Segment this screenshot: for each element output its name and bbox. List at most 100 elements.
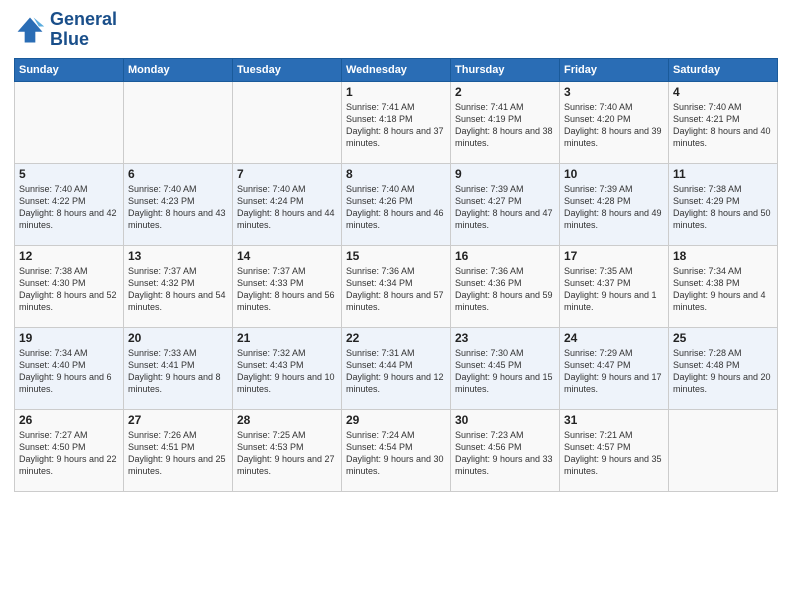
- day-number: 27: [128, 413, 228, 427]
- cell-text: Sunrise: 7:39 AM Sunset: 4:28 PM Dayligh…: [564, 183, 664, 232]
- cell-text: Sunrise: 7:34 AM Sunset: 4:40 PM Dayligh…: [19, 347, 119, 396]
- cell-text: Sunrise: 7:27 AM Sunset: 4:50 PM Dayligh…: [19, 429, 119, 478]
- calendar-cell: 20 Sunrise: 7:33 AM Sunset: 4:41 PM Dayli…: [124, 327, 233, 409]
- day-number: 20: [128, 331, 228, 345]
- calendar-table: SundayMondayTuesdayWednesdayThursdayFrid…: [14, 58, 778, 492]
- day-number: 24: [564, 331, 664, 345]
- day-number: 7: [237, 167, 337, 181]
- day-number: 29: [346, 413, 446, 427]
- logo-text: General Blue: [50, 10, 117, 50]
- day-number: 4: [673, 85, 773, 99]
- day-number: 17: [564, 249, 664, 263]
- calendar-cell: 12 Sunrise: 7:38 AM Sunset: 4:30 PM Dayli…: [15, 245, 124, 327]
- cell-text: Sunrise: 7:40 AM Sunset: 4:21 PM Dayligh…: [673, 101, 773, 150]
- cell-text: Sunrise: 7:36 AM Sunset: 4:36 PM Dayligh…: [455, 265, 555, 314]
- cell-text: Sunrise: 7:33 AM Sunset: 4:41 PM Dayligh…: [128, 347, 228, 396]
- cell-text: Sunrise: 7:25 AM Sunset: 4:53 PM Dayligh…: [237, 429, 337, 478]
- day-number: 5: [19, 167, 119, 181]
- calendar-cell: 16Sunrise: 7:36 AM Sunset: 4:36 PM Dayli…: [451, 245, 560, 327]
- cell-text: Sunrise: 7:21 AM Sunset: 4:57 PM Dayligh…: [564, 429, 664, 478]
- week-row-5: 26 Sunrise: 7:27 AM Sunset: 4:50 PM Dayli…: [15, 409, 778, 491]
- day-number: 13: [128, 249, 228, 263]
- day-number: 11: [673, 167, 773, 181]
- cell-text: Sunrise: 7:40 AM Sunset: 4:22 PM Dayligh…: [19, 183, 119, 232]
- cell-text: Sunrise: 7:38 AM Sunset: 4:29 PM Dayligh…: [673, 183, 773, 232]
- cell-text: Sunrise: 7:38 AM Sunset: 4:30 PM Dayligh…: [19, 265, 119, 314]
- calendar-cell: 13Sunrise: 7:37 AM Sunset: 4:32 PM Dayli…: [124, 245, 233, 327]
- day-number: 12: [19, 249, 119, 263]
- day-header-tuesday: Tuesday: [233, 58, 342, 81]
- day-number: 30: [455, 413, 555, 427]
- page: General Blue SundayMondayTuesdayWednesda…: [0, 0, 792, 612]
- calendar-cell: 14Sunrise: 7:37 AM Sunset: 4:33 PM Dayli…: [233, 245, 342, 327]
- cell-text: Sunrise: 7:32 AM Sunset: 4:43 PM Dayligh…: [237, 347, 337, 396]
- calendar-cell: 15Sunrise: 7:36 AM Sunset: 4:34 PM Dayli…: [342, 245, 451, 327]
- day-header-friday: Friday: [560, 58, 669, 81]
- calendar-cell: 3 Sunrise: 7:40 AM Sunset: 4:20 PM Daylig…: [560, 81, 669, 163]
- cell-text: Sunrise: 7:41 AM Sunset: 4:18 PM Dayligh…: [346, 101, 446, 150]
- day-number: 26: [19, 413, 119, 427]
- cell-text: Sunrise: 7:26 AM Sunset: 4:51 PM Dayligh…: [128, 429, 228, 478]
- day-number: 19: [19, 331, 119, 345]
- calendar-cell: 1Sunrise: 7:41 AM Sunset: 4:18 PM Daylig…: [342, 81, 451, 163]
- week-row-3: 12 Sunrise: 7:38 AM Sunset: 4:30 PM Dayli…: [15, 245, 778, 327]
- calendar-cell: 8 Sunrise: 7:40 AM Sunset: 4:26 PM Daylig…: [342, 163, 451, 245]
- cell-text: Sunrise: 7:40 AM Sunset: 4:24 PM Dayligh…: [237, 183, 337, 232]
- day-header-saturday: Saturday: [669, 58, 778, 81]
- calendar-cell: 4 Sunrise: 7:40 AM Sunset: 4:21 PM Daylig…: [669, 81, 778, 163]
- day-number: 28: [237, 413, 337, 427]
- logo-icon: [14, 14, 46, 46]
- calendar-cell: 28 Sunrise: 7:25 AM Sunset: 4:53 PM Dayli…: [233, 409, 342, 491]
- day-header-thursday: Thursday: [451, 58, 560, 81]
- day-number: 21: [237, 331, 337, 345]
- calendar-header-row: SundayMondayTuesdayWednesdayThursdayFrid…: [15, 58, 778, 81]
- day-number: 3: [564, 85, 664, 99]
- day-number: 23: [455, 331, 555, 345]
- calendar-cell: 2Sunrise: 7:41 AM Sunset: 4:19 PM Daylig…: [451, 81, 560, 163]
- day-number: 18: [673, 249, 773, 263]
- calendar-body: 1Sunrise: 7:41 AM Sunset: 4:18 PM Daylig…: [15, 81, 778, 491]
- logo: General Blue: [14, 10, 117, 50]
- calendar-cell: 25 Sunrise: 7:28 AM Sunset: 4:48 PM Dayli…: [669, 327, 778, 409]
- calendar-cell: 10 Sunrise: 7:39 AM Sunset: 4:28 PM Dayli…: [560, 163, 669, 245]
- cell-text: Sunrise: 7:36 AM Sunset: 4:34 PM Dayligh…: [346, 265, 446, 314]
- cell-text: Sunrise: 7:40 AM Sunset: 4:23 PM Dayligh…: [128, 183, 228, 232]
- calendar-cell: 30 Sunrise: 7:23 AM Sunset: 4:56 PM Dayli…: [451, 409, 560, 491]
- day-header-monday: Monday: [124, 58, 233, 81]
- cell-text: Sunrise: 7:30 AM Sunset: 4:45 PM Dayligh…: [455, 347, 555, 396]
- cell-text: Sunrise: 7:34 AM Sunset: 4:38 PM Dayligh…: [673, 265, 773, 314]
- calendar-cell: 26 Sunrise: 7:27 AM Sunset: 4:50 PM Dayli…: [15, 409, 124, 491]
- cell-text: Sunrise: 7:39 AM Sunset: 4:27 PM Dayligh…: [455, 183, 555, 232]
- week-row-2: 5 Sunrise: 7:40 AM Sunset: 4:22 PM Daylig…: [15, 163, 778, 245]
- day-number: 10: [564, 167, 664, 181]
- day-number: 8: [346, 167, 446, 181]
- day-number: 25: [673, 331, 773, 345]
- day-header-wednesday: Wednesday: [342, 58, 451, 81]
- calendar-cell: 27 Sunrise: 7:26 AM Sunset: 4:51 PM Dayli…: [124, 409, 233, 491]
- calendar-cell: [124, 81, 233, 163]
- header: General Blue: [14, 10, 778, 50]
- cell-text: Sunrise: 7:40 AM Sunset: 4:20 PM Dayligh…: [564, 101, 664, 150]
- week-row-1: 1Sunrise: 7:41 AM Sunset: 4:18 PM Daylig…: [15, 81, 778, 163]
- calendar-cell: 31Sunrise: 7:21 AM Sunset: 4:57 PM Dayli…: [560, 409, 669, 491]
- calendar-cell: 23 Sunrise: 7:30 AM Sunset: 4:45 PM Dayli…: [451, 327, 560, 409]
- day-number: 22: [346, 331, 446, 345]
- week-row-4: 19 Sunrise: 7:34 AM Sunset: 4:40 PM Dayli…: [15, 327, 778, 409]
- day-number: 14: [237, 249, 337, 263]
- cell-text: Sunrise: 7:28 AM Sunset: 4:48 PM Dayligh…: [673, 347, 773, 396]
- calendar-cell: 22Sunrise: 7:31 AM Sunset: 4:44 PM Dayli…: [342, 327, 451, 409]
- cell-text: Sunrise: 7:24 AM Sunset: 4:54 PM Dayligh…: [346, 429, 446, 478]
- calendar-cell: 18 Sunrise: 7:34 AM Sunset: 4:38 PM Dayli…: [669, 245, 778, 327]
- calendar-cell: 21 Sunrise: 7:32 AM Sunset: 4:43 PM Dayli…: [233, 327, 342, 409]
- cell-text: Sunrise: 7:40 AM Sunset: 4:26 PM Dayligh…: [346, 183, 446, 232]
- cell-text: Sunrise: 7:35 AM Sunset: 4:37 PM Dayligh…: [564, 265, 664, 314]
- cell-text: Sunrise: 7:23 AM Sunset: 4:56 PM Dayligh…: [455, 429, 555, 478]
- calendar-cell: 5 Sunrise: 7:40 AM Sunset: 4:22 PM Daylig…: [15, 163, 124, 245]
- day-number: 2: [455, 85, 555, 99]
- calendar-cell: 19 Sunrise: 7:34 AM Sunset: 4:40 PM Dayli…: [15, 327, 124, 409]
- day-header-sunday: Sunday: [15, 58, 124, 81]
- calendar-cell: 29 Sunrise: 7:24 AM Sunset: 4:54 PM Dayli…: [342, 409, 451, 491]
- calendar-cell: [15, 81, 124, 163]
- cell-text: Sunrise: 7:29 AM Sunset: 4:47 PM Dayligh…: [564, 347, 664, 396]
- calendar-cell: 11 Sunrise: 7:38 AM Sunset: 4:29 PM Dayli…: [669, 163, 778, 245]
